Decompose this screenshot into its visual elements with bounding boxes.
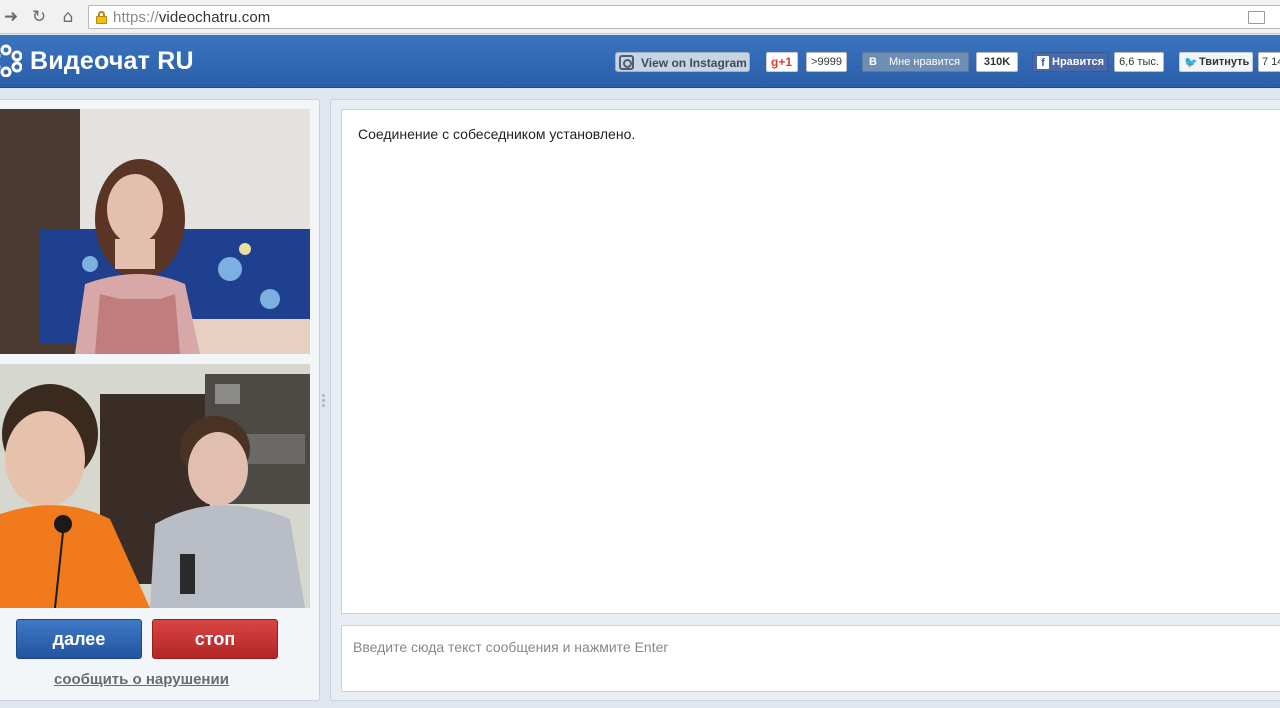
remote-video <box>0 109 310 354</box>
reload-icon[interactable]: ↻ <box>28 6 50 28</box>
chat-message-input[interactable]: Введите сюда текст сообщения и нажмите E… <box>341 625 1280 692</box>
lock-icon <box>96 11 107 24</box>
panel-resize-handle[interactable] <box>322 392 326 412</box>
instagram-icon <box>619 55 634 70</box>
instagram-label: View on Instagram <box>641 56 747 70</box>
chat-resize-handle[interactable] <box>809 617 827 630</box>
vk-like-count: 310K <box>976 52 1018 72</box>
local-video <box>0 364 310 608</box>
url-host: videochatru.com <box>158 9 271 26</box>
gplus-label: g+1 <box>771 55 793 69</box>
logo-icon <box>0 44 22 77</box>
browser-toolbar: ➜ ↻ ⌂ https://videochatru.com <box>0 0 1280 34</box>
url-text[interactable]: https://videochatru.com <box>113 9 270 26</box>
facebook-like-count: 6,6 тыс. <box>1114 52 1164 72</box>
tweet-count: 7 14 <box>1258 52 1280 72</box>
next-button[interactable]: далее <box>16 619 142 659</box>
chat-log: Соединение с собеседником установлено. <box>341 109 1280 614</box>
vk-like-button[interactable]: В Мне нравится <box>862 52 969 72</box>
chat-system-message: Соединение с собеседником установлено. <box>358 126 636 142</box>
url-scheme: https:// <box>113 9 159 26</box>
vk-icon: В <box>869 56 877 68</box>
home-icon[interactable]: ⌂ <box>57 6 79 28</box>
stop-button[interactable]: стоп <box>152 619 278 659</box>
site-header: Видеочат RU View on Instagram g+1 >9999 … <box>0 35 1280 88</box>
gplus-button[interactable]: g+1 <box>766 52 798 72</box>
page-action-icon[interactable] <box>1248 11 1265 24</box>
address-bar[interactable]: https://videochatru.com <box>88 5 1280 29</box>
chat-input-placeholder: Введите сюда текст сообщения и нажмите E… <box>353 639 669 655</box>
facebook-like-label: Нравится <box>1052 56 1105 68</box>
tweet-label: Твитнуть <box>1199 56 1250 68</box>
gplus-count: >9999 <box>806 52 847 72</box>
tweet-button[interactable]: 🐦 Твитнуть <box>1179 52 1253 72</box>
vk-like-label: Мне нравится <box>889 56 961 68</box>
facebook-icon: f <box>1037 56 1049 69</box>
report-abuse-link[interactable]: сообщить о нарушении <box>54 671 229 688</box>
instagram-button[interactable]: View on Instagram <box>615 52 750 72</box>
forward-arrow-icon[interactable]: ➜ <box>0 6 22 28</box>
twitter-bird-icon: 🐦 <box>1184 57 1198 69</box>
logo-text[interactable]: Видеочат RU <box>30 47 194 76</box>
facebook-like-button[interactable]: f Нравится <box>1032 52 1108 72</box>
